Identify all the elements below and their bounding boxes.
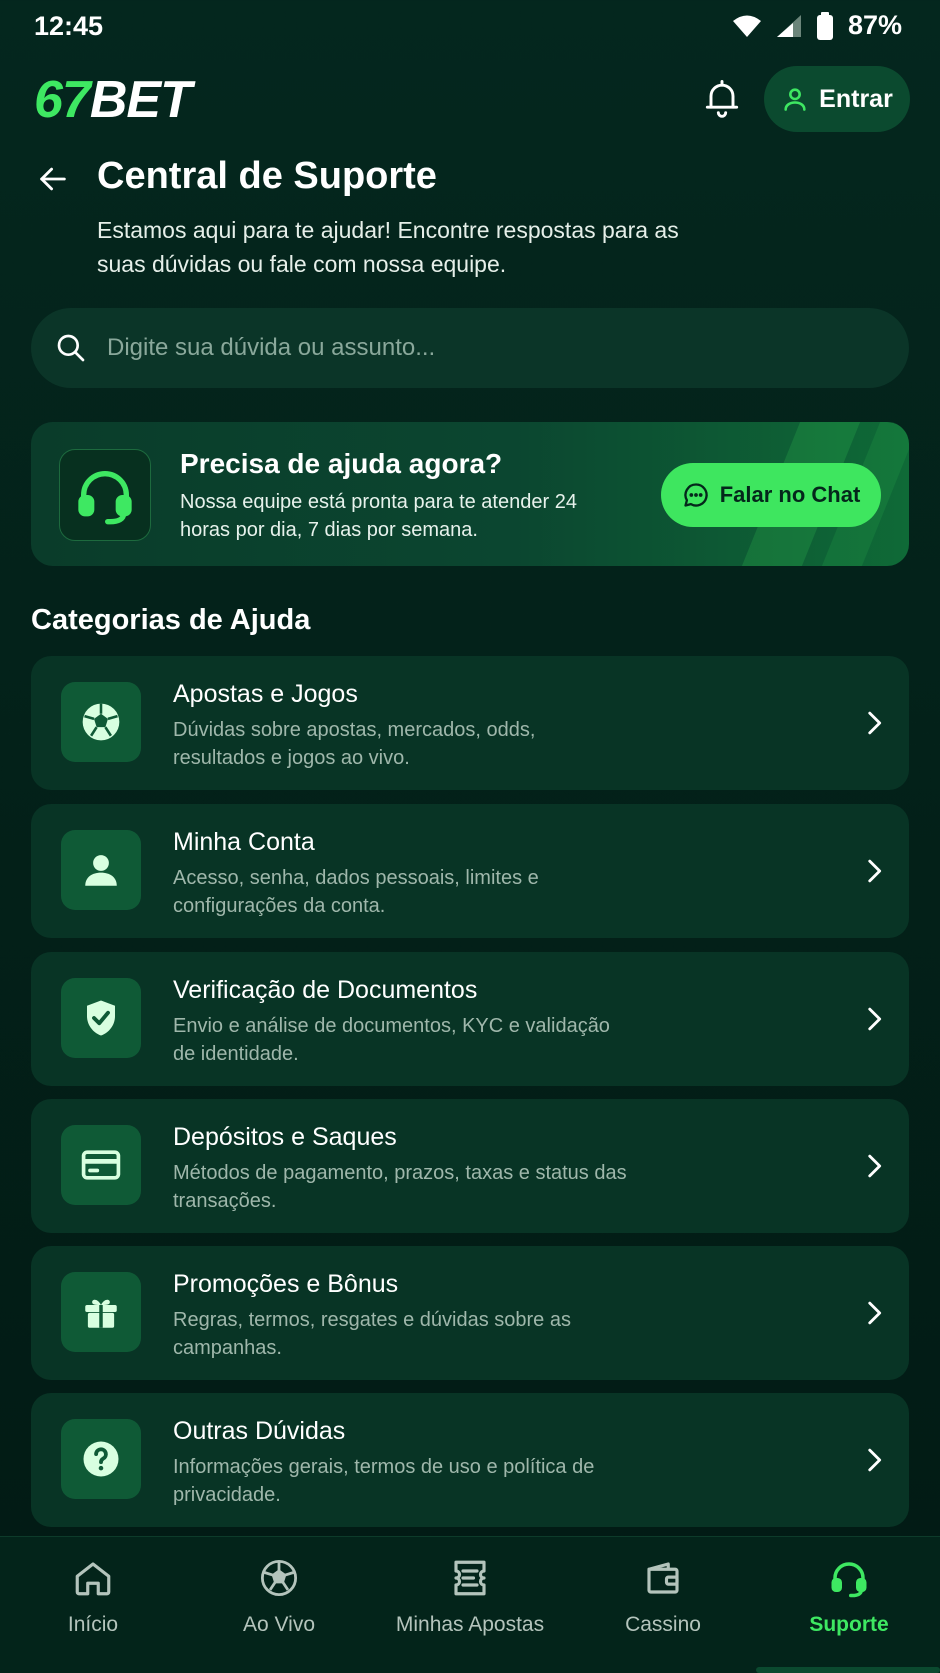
search-icon <box>55 332 87 364</box>
category-title: Verificação de Documentos <box>173 976 478 1004</box>
category-title: Apostas e Jogos <box>173 680 358 708</box>
search-bar <box>31 308 909 388</box>
category-description: Dúvidas sobre apostas, mercados, odds, r… <box>173 719 536 769</box>
wallet-icon <box>642 1557 684 1599</box>
category-icon-box <box>61 978 141 1058</box>
page-subtitle: Estamos aqui para te ajudar! Encontre re… <box>97 217 679 277</box>
category-icon-box <box>61 682 141 762</box>
category-card-promocoes[interactable]: Promoções e Bônus Regras, termos, resgat… <box>31 1246 909 1380</box>
chat-bubble-icon <box>682 481 710 509</box>
help-banner: Precisa de ajuda agora? Nossa equipe est… <box>31 422 909 566</box>
logo[interactable]: 67BET <box>34 70 192 130</box>
logo-accent: 67 <box>34 71 91 129</box>
category-icon-box <box>61 830 141 910</box>
nav-label: Ao Vivo <box>243 1613 315 1636</box>
chevron-right-icon <box>857 1443 891 1477</box>
category-title: Outras Dúvidas <box>173 1417 346 1445</box>
search-input[interactable] <box>105 333 909 363</box>
question-icon <box>80 1438 122 1480</box>
category-description: Informações gerais, termos de uso e polí… <box>173 1456 595 1506</box>
ticket-icon <box>449 1557 491 1599</box>
nav-item-minhas-apostas[interactable]: Minhas Apostas <box>370 1537 570 1673</box>
nav-label: Minhas Apostas <box>395 1613 545 1636</box>
nav-item-inicio[interactable]: Início <box>20 1537 166 1673</box>
status-icons: 87% <box>732 10 902 41</box>
logo-main: BET <box>89 71 192 129</box>
shield-check-icon <box>80 997 122 1039</box>
user-icon <box>781 85 809 113</box>
category-description: Métodos de pagamento, prazos, taxas e st… <box>173 1162 627 1212</box>
category-card-apostas[interactable]: Apostas e Jogos Dúvidas sobre apostas, m… <box>31 656 909 790</box>
category-title: Depósitos e Saques <box>173 1123 397 1151</box>
help-text: Nossa equipe está pronta para te atender… <box>180 491 577 541</box>
category-card-verificacao[interactable]: Verificação de Documentos Envio e anális… <box>31 952 909 1086</box>
nav-label: Suporte <box>809 1613 889 1636</box>
battery-icon <box>816 11 834 40</box>
nav-item-cassino[interactable]: Cassino <box>590 1537 736 1673</box>
active-nav-indicator <box>756 1667 940 1673</box>
login-label: Entrar <box>819 84 893 113</box>
wifi-icon <box>732 14 762 38</box>
chat-button[interactable]: Falar no Chat <box>661 463 881 527</box>
category-description: Regras, termos, resgates e dúvidas sobre… <box>173 1309 571 1359</box>
chevron-right-icon <box>857 1149 891 1183</box>
category-card-outras[interactable]: Outras Dúvidas Informações gerais, termo… <box>31 1393 909 1527</box>
bottom-navigation: Início Ao Vivo Minhas Apostas Cassino Su… <box>0 1536 940 1673</box>
headset-icon-box <box>59 449 151 541</box>
home-icon <box>72 1557 114 1599</box>
soccer-ball-icon <box>79 700 123 744</box>
category-title: Minha Conta <box>173 828 315 856</box>
credit-card-icon <box>79 1143 123 1187</box>
category-description: Envio e análise de documentos, KYC e val… <box>173 1015 610 1065</box>
headset-icon <box>73 463 137 527</box>
nav-item-ao-vivo[interactable]: Ao Vivo <box>206 1537 352 1673</box>
status-time: 12:45 <box>34 11 104 41</box>
back-arrow-icon[interactable] <box>36 162 70 196</box>
category-card-depositos[interactable]: Depósitos e Saques Métodos de pagamento,… <box>31 1099 909 1233</box>
category-icon-box <box>61 1419 141 1499</box>
category-title: Promoções e Bônus <box>173 1270 399 1298</box>
app-header: 67BET Entrar <box>0 60 940 136</box>
chevron-right-icon <box>857 1002 891 1036</box>
user-icon <box>80 849 122 891</box>
category-icon-box <box>61 1125 141 1205</box>
soccer-ball-icon <box>258 1557 300 1599</box>
categories-title: Categorias de Ajuda <box>31 604 311 636</box>
headset-icon <box>828 1557 870 1599</box>
login-button[interactable]: Entrar <box>764 66 910 132</box>
gift-icon <box>80 1291 122 1333</box>
chevron-right-icon <box>857 706 891 740</box>
category-card-conta[interactable]: Minha Conta Acesso, senha, dados pessoai… <box>31 804 909 938</box>
nav-item-suporte[interactable]: Suporte <box>776 1537 922 1673</box>
help-title: Precisa de ajuda agora? <box>180 448 503 479</box>
page-title: Central de Suporte <box>97 155 437 197</box>
signal-icon <box>776 14 802 38</box>
status-bar: 12:45 87% <box>0 0 940 52</box>
nav-label: Início <box>67 1613 119 1636</box>
battery-percentage: 87% <box>847 10 902 40</box>
chevron-right-icon <box>857 1296 891 1330</box>
nav-label: Cassino <box>625 1613 701 1636</box>
bell-icon[interactable] <box>700 76 744 120</box>
category-icon-box <box>61 1272 141 1352</box>
category-description: Acesso, senha, dados pessoais, limites e… <box>173 867 539 917</box>
chat-button-label: Falar no Chat <box>719 482 861 507</box>
chevron-right-icon <box>857 854 891 888</box>
